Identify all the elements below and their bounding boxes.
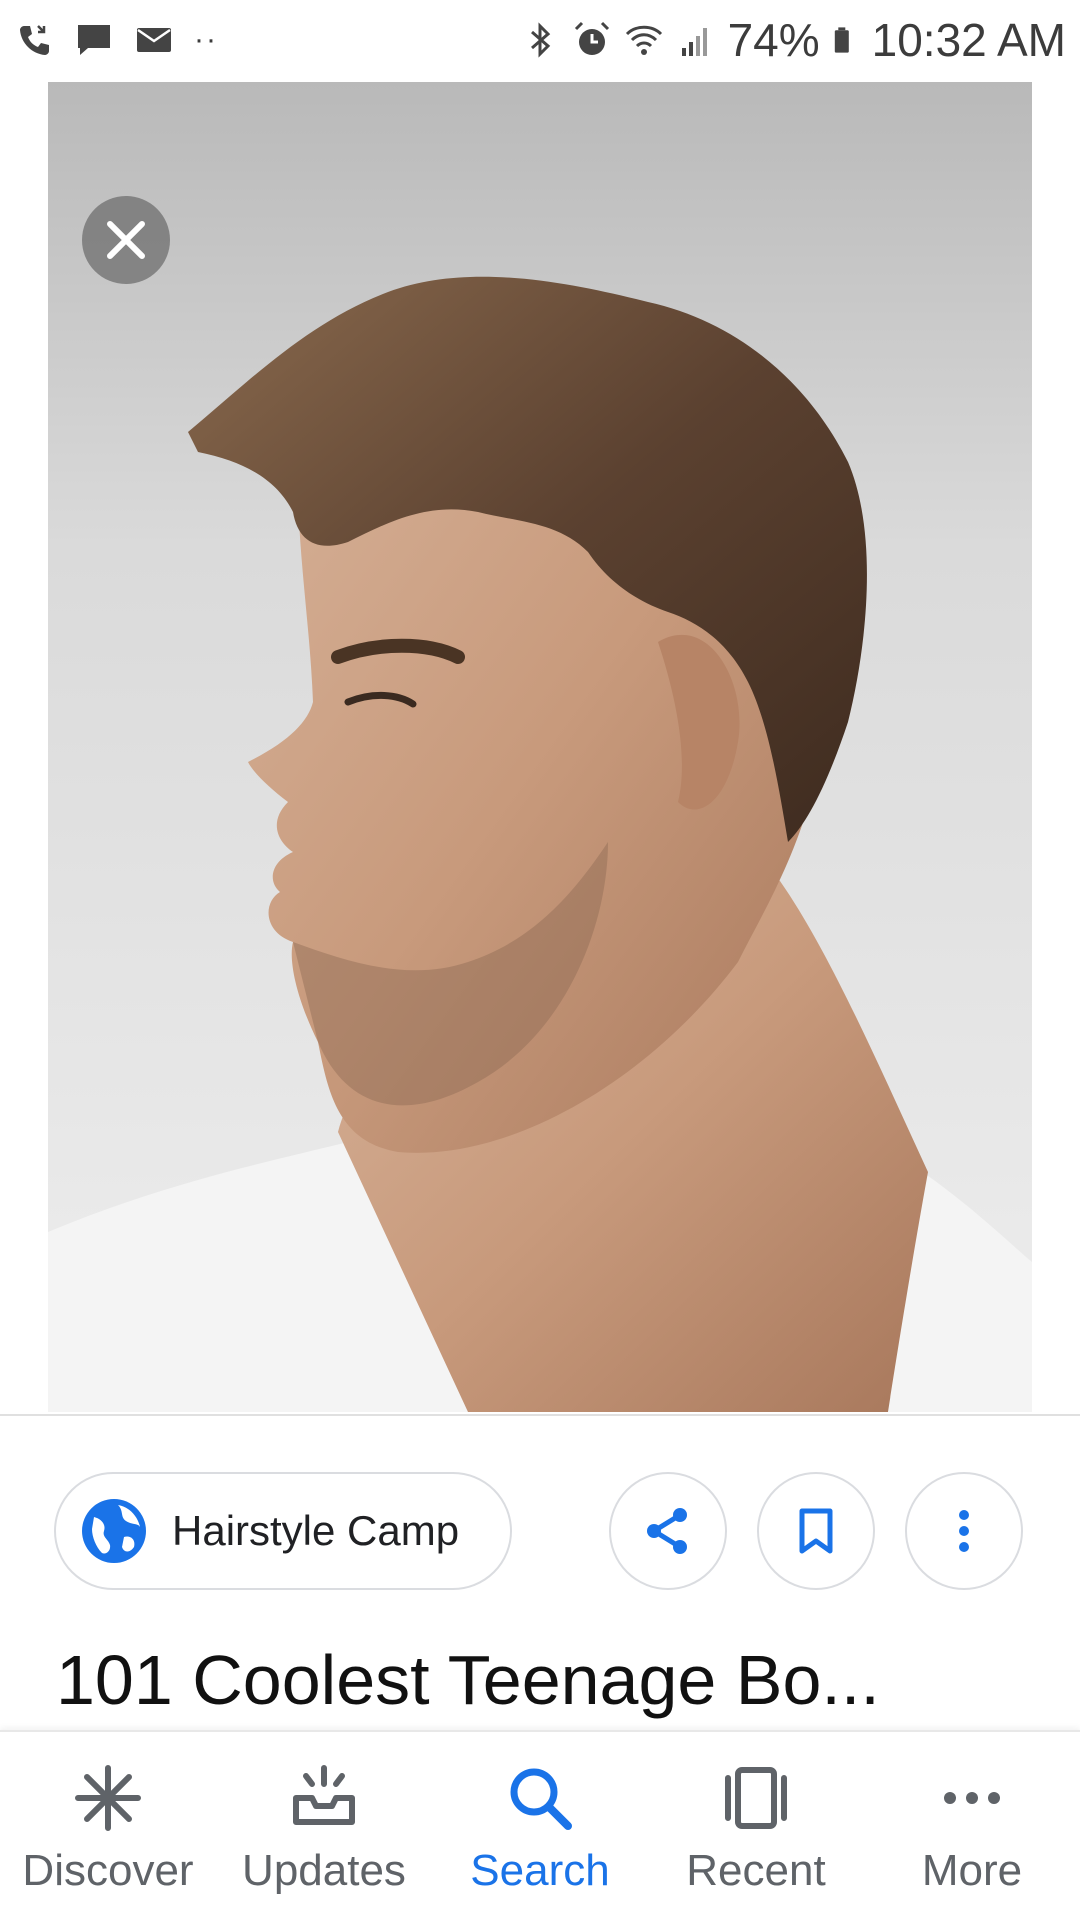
- nav-label: Updates: [242, 1846, 406, 1895]
- battery-percent: 74%: [727, 14, 820, 66]
- nav-label: Search: [470, 1846, 610, 1895]
- wifi-icon: [625, 25, 662, 55]
- nav-label: Discover: [22, 1846, 194, 1895]
- source-chip[interactable]: Hairstyle Camp: [54, 1472, 512, 1590]
- nav-label: Recent: [686, 1846, 826, 1895]
- status-dots: ··: [194, 23, 218, 56]
- bookmark-icon: [799, 1508, 833, 1554]
- globe-icon: [82, 1499, 146, 1563]
- more-options-button[interactable]: [905, 1472, 1023, 1590]
- image-viewer[interactable]: [48, 82, 1032, 1412]
- inbox-tray-icon: [293, 1765, 355, 1825]
- nav-recent[interactable]: Recent: [656, 1758, 856, 1896]
- nav-more[interactable]: More: [872, 1758, 1072, 1896]
- battery-icon: [834, 27, 849, 53]
- close-icon: [107, 221, 145, 259]
- alarm-icon: [574, 21, 609, 55]
- status-bar: ·· 74% 10:32 AM: [0, 0, 1080, 80]
- nav-updates[interactable]: Updates: [224, 1758, 424, 1896]
- man-profile-haircut-photo: [48, 276, 1032, 1412]
- save-button[interactable]: [757, 1472, 875, 1590]
- source-name: Hairstyle Camp: [172, 1507, 460, 1554]
- search-icon: [510, 1768, 572, 1830]
- status-left: ··: [14, 20, 238, 60]
- more-horizontal-icon: [944, 1792, 1000, 1804]
- share-button[interactable]: [609, 1472, 727, 1590]
- share-icon: [647, 1508, 687, 1554]
- email-icon: [137, 28, 171, 52]
- clock: 10:32 AM: [871, 14, 1066, 66]
- nav-search[interactable]: Search: [440, 1758, 640, 1896]
- bottom-nav: Discover Updates Search Recent More: [0, 1730, 1080, 1920]
- status-right: 74% 10:32 AM: [508, 13, 1066, 67]
- recent-cards-icon: [725, 1767, 787, 1829]
- nav-label: More: [921, 1846, 1023, 1895]
- bluetooth-icon: [530, 22, 550, 58]
- more-vertical-icon: [959, 1510, 969, 1552]
- divider: [0, 1414, 1080, 1416]
- result-title[interactable]: 101 Coolest Teenage Bo...: [56, 1640, 1036, 1720]
- message-icon: [78, 25, 110, 55]
- nav-discover[interactable]: Discover: [8, 1758, 208, 1896]
- missed-call-icon: [20, 25, 49, 55]
- asterisk-icon: [75, 1765, 141, 1831]
- close-button[interactable]: [82, 196, 170, 284]
- signal-icon: [681, 28, 707, 56]
